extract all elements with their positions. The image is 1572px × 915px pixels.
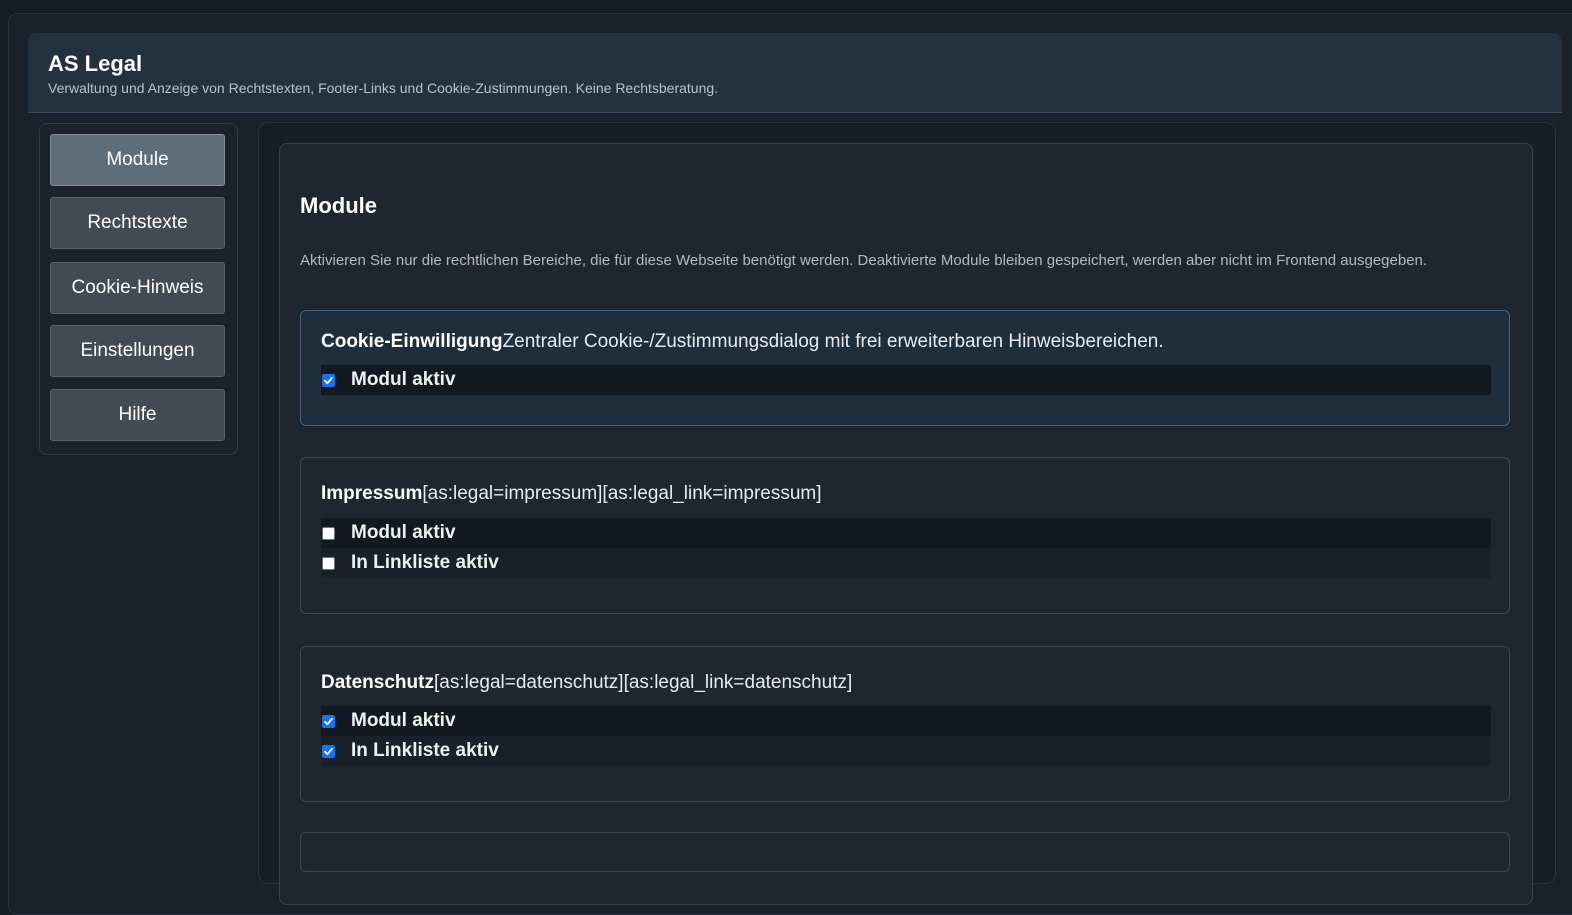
option-row-modul-aktiv[interactable]: Modul aktiv (321, 518, 1491, 548)
option-row-linkliste-aktiv[interactable]: In Linkliste aktiv (321, 548, 1491, 578)
module-heading: Cookie-EinwilligungZentraler Cookie-/Zus… (321, 331, 1164, 353)
checkbox-modul-aktiv[interactable] (322, 373, 335, 387)
checkmark-icon (324, 717, 333, 725)
checkbox-linkliste-aktiv[interactable] (322, 556, 335, 570)
checkbox-modul-aktiv[interactable] (322, 526, 335, 540)
checkbox-modul-aktiv[interactable] (322, 714, 335, 728)
sidebar-item-cookie-hinweis[interactable]: Cookie-Hinweis (50, 262, 225, 314)
module-shortcodes: [as:legal=datenschutz][as:legal_link=dat… (433, 672, 853, 693)
checkbox-linkliste-aktiv[interactable] (322, 744, 335, 758)
sidebar-item-module[interactable]: Module (50, 134, 225, 186)
module-name: Cookie-Einwilligung (321, 331, 503, 352)
module-card-datenschutz: Datenschutz[as:legal=datenschutz][as:leg… (300, 646, 1510, 802)
option-row-linkliste-aktiv[interactable]: In Linkliste aktiv (321, 736, 1491, 766)
module-name: Impressum (321, 483, 423, 504)
option-row-modul-aktiv[interactable]: Modul aktiv (321, 365, 1491, 395)
module-card-impressum: Impressum[as:legal=impressum][as:legal_l… (300, 457, 1510, 614)
sidebar-item-einstellungen[interactable]: Einstellungen (50, 325, 225, 377)
module-card-cookie-einwilligung: Cookie-EinwilligungZentraler Cookie-/Zus… (300, 310, 1510, 426)
module-heading: Impressum[as:legal=impressum][as:legal_l… (321, 483, 822, 505)
checkmark-icon (324, 747, 333, 755)
module-name: Datenschutz (321, 672, 434, 693)
option-label: Modul aktiv (351, 369, 456, 390)
sidebar-nav: Module Rechtstexte Cookie-Hinweis Einste… (39, 123, 238, 455)
option-label: In Linkliste aktiv (351, 740, 499, 761)
module-heading: Datenschutz[as:legal=datenschutz][as:leg… (321, 672, 852, 694)
app-header: AS Legal Verwaltung und Anzeige von Rech… (28, 33, 1562, 113)
app-subtitle: Verwaltung und Anzeige von Rechtstexten,… (48, 80, 719, 96)
option-label: In Linkliste aktiv (351, 552, 499, 573)
option-label: Modul aktiv (351, 710, 456, 731)
page-title: Module (300, 193, 377, 218)
app-title: AS Legal (48, 51, 143, 76)
option-label: Modul aktiv (351, 522, 456, 543)
module-card-next (300, 832, 1510, 872)
checkmark-icon (324, 376, 333, 384)
module-info: Zentraler Cookie-/Zustimmungsdialog mit … (502, 331, 1164, 352)
sidebar-item-hilfe[interactable]: Hilfe (50, 389, 225, 441)
option-row-modul-aktiv[interactable]: Modul aktiv (321, 706, 1491, 736)
module-shortcodes: [as:legal=impressum][as:legal_link=impre… (422, 483, 822, 504)
page-description: Aktivieren Sie nur die rechtlichen Berei… (300, 252, 1428, 269)
sidebar-item-rechtstexte[interactable]: Rechtstexte (50, 197, 225, 249)
